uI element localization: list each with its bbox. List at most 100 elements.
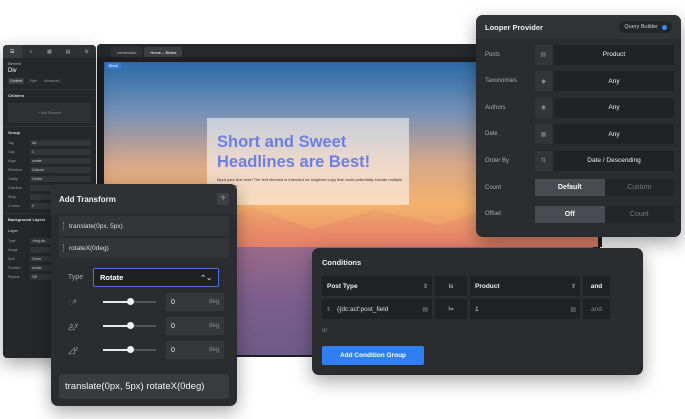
count-option-custom[interactable]: Custom [605,179,675,196]
condition-type-select[interactable]: Post Type ⇕ [322,276,432,296]
type-label: Type [68,274,84,281]
tab-style[interactable]: Style [27,78,39,84]
rotate-slider[interactable] [103,298,156,305]
condition-value-select[interactable]: Product ⇕ [470,276,580,296]
z-rotate-icon: ◿ᶻ [68,344,79,355]
rotate-value: 0 [171,298,175,306]
browser-tab-1[interactable]: connection [111,47,143,57]
add-transform-plus-icon[interactable]: + [217,193,229,205]
calendar-icon: ▦ [535,124,552,145]
condition-join-2[interactable]: and [583,299,610,319]
settings-icon[interactable]: ⚙ [77,45,96,58]
user-icon: ◉ [535,97,552,118]
rotate-sliders: ◌ˣ 0 deg ◬ʸ 0 deg ◿ᶻ 0 deg [51,293,237,359]
row-key: Gap [8,149,15,154]
row-key: Position [8,265,21,270]
row-value-input[interactable]: Column [30,166,91,173]
condition-value-2: 1 [475,305,479,313]
rotate-unit: deg [208,323,219,329]
slider-handle[interactable] [126,298,134,305]
layers-icon[interactable]: ▤ [59,45,78,58]
slider-handle[interactable] [126,322,134,329]
condition-value-input[interactable]: 1 ▤ [470,299,580,319]
rotate-value-input[interactable]: 0 deg [166,293,224,311]
looper-row-value[interactable]: Any [554,124,674,145]
document-icon: ▤ [535,44,552,65]
slider-fill [103,325,130,327]
group-row: Direction Column [3,165,96,174]
tab-advanced[interactable]: Advanced [42,78,62,84]
looper-row-value[interactable]: Date / Descending [554,150,674,171]
dynamic-data-icon[interactable]: ▤ [570,306,576,313]
row-key: Z-index [8,203,20,208]
looper-row-label: Order By [485,157,510,164]
count-label: Count [485,184,502,191]
row-key: Repeat [8,274,20,279]
query-builder-toggle[interactable]: Query Builder [619,21,672,33]
group-row: Tag div [3,138,96,147]
drag-handle-icon[interactable] [63,244,65,252]
transform-item-label: translate(0px, 5px) [69,222,123,230]
query-builder-label: Query Builder [624,24,658,30]
looper-row-count: Count Default Custom [485,177,674,199]
looper-row-offset: Offset Off Count [485,203,674,225]
condition-dynamic-field[interactable]: ⇕ {{dc:acf:post_field ▤ [322,299,432,319]
rotate-slider-row: ◿ᶻ 0 deg [59,341,229,359]
transform-output[interactable]: translate(0px, 5px) rotateX(0deg) [59,374,229,399]
rotate-slider-row: ◬ʸ 0 deg [59,317,229,335]
row-value-input[interactable]: div [30,139,91,146]
search-icon[interactable]: ⌕ [22,45,41,58]
rotate-slider[interactable] [103,322,156,329]
add-condition-group-button[interactable]: Add Condition Group [322,346,424,365]
canvas-body-text[interactable]: Input your text here! The text element i… [217,177,405,189]
condition-operator-2[interactable]: != [435,299,467,319]
add-element-box[interactable]: + Add Element [8,103,91,123]
canvas-headline[interactable]: Short and Sweet Headlines are Best! [217,132,402,172]
browser-tab-2[interactable]: Home – Bricks [144,47,183,57]
row-value-input[interactable]: 1 [30,148,91,155]
row-value-input[interactable]: Center [30,175,91,182]
section-children[interactable]: Children [3,89,96,101]
row-key: Size [8,256,15,261]
group-row: Gap 1 [3,147,96,156]
headline-card[interactable]: Short and Sweet Headlines are Best! Inpu… [207,118,409,205]
left-panel-tabs: Content Style Advanced [3,76,96,86]
grid-icon[interactable]: ▦ [40,45,59,58]
row-key: Image [8,247,18,252]
tab-content[interactable]: Content [8,78,25,84]
row-key: Justify [8,176,18,181]
slider-handle[interactable] [126,346,134,353]
looper-row-value[interactable]: Product [554,44,674,65]
group-row: Justify Center [3,174,96,183]
condition-operator[interactable]: is [435,276,467,296]
elements-icon[interactable]: ☰ [3,45,22,58]
group-row: Align center [3,156,96,165]
dynamic-data-icon[interactable]: ▤ [422,306,428,313]
rotate-unit: deg [208,347,219,353]
count-option-default[interactable]: Default [535,179,605,197]
looper-row-value[interactable]: Any [554,97,674,118]
rotate-value-input[interactable]: 0 deg [166,341,224,359]
looper-rows: Posts ▤ Product Taxonomies ◆ Any Authors ◉ Any Da… [476,44,681,172]
condition-join[interactable]: and [583,276,610,296]
rotate-slider[interactable] [103,346,156,353]
transform-item-1[interactable]: translate(0px, 5px) [59,216,229,236]
rotate-value-input[interactable]: 0 deg [166,317,224,335]
drag-handle-icon[interactable] [63,222,65,230]
looper-row-value[interactable]: Any [554,71,674,92]
slider-fill [103,301,130,303]
row-key: Align [8,158,16,163]
type-select[interactable]: Rotate ⌃⌄ [93,268,219,287]
left-panel-toolbar: ☰ ⌕ ▦ ▤ ⚙ [3,45,96,58]
looper-row: Taxonomies ◆ Any [485,70,674,92]
section-group[interactable]: Group [3,126,96,138]
stage: connection Home – Bricks Block Short and… [0,0,685,419]
offset-option-off[interactable]: Off [535,205,605,223]
offset-option-count[interactable]: Count [605,206,675,223]
looper-title: Looper Provider [485,22,543,32]
query-builder-dot-icon [662,24,667,30]
conditions-title: Conditions [322,258,362,267]
transform-item-2[interactable]: rotateX(0deg) [59,238,229,258]
count-segmented: Default Custom [535,179,675,197]
row-value-input[interactable]: center [30,157,91,164]
